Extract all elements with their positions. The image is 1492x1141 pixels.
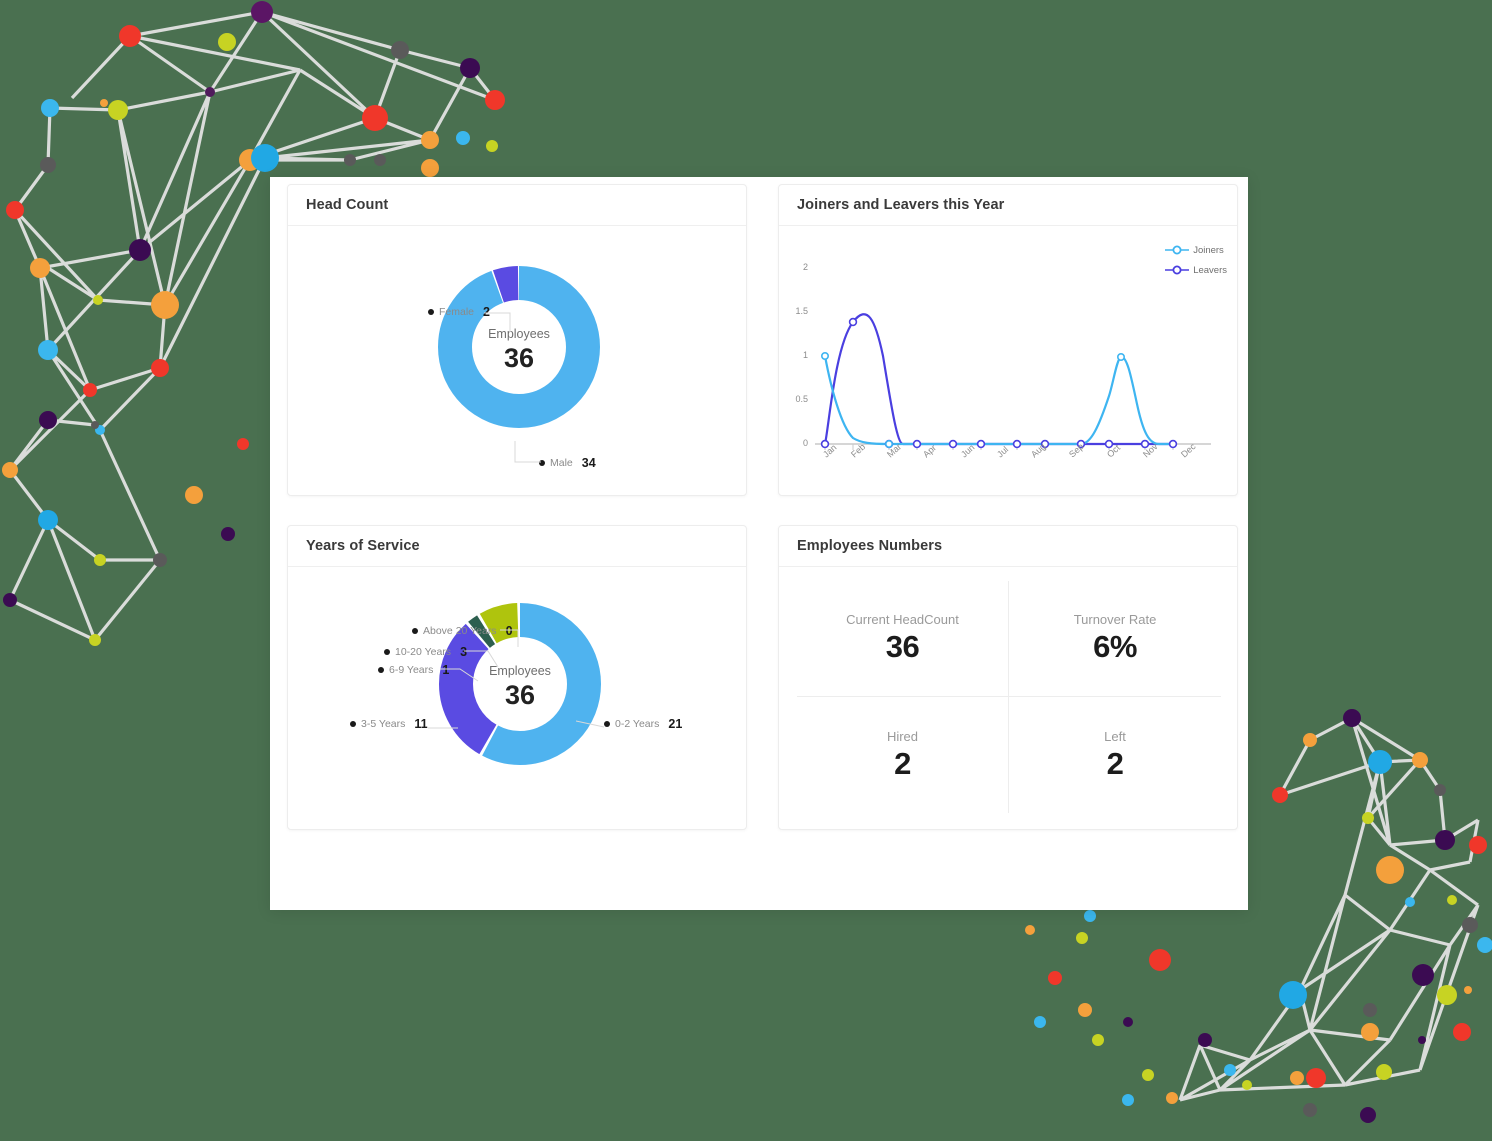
card-years-of-service-header: Years of Service [288, 526, 746, 567]
kpi-turnover-rate-value: 6% [1093, 629, 1137, 664]
years-label-6-9: 6-9 Years 1 [378, 663, 449, 677]
head-count-label-female: Female 2 [428, 305, 490, 319]
years-leader-0-2 [576, 720, 605, 728]
card-joiners-leavers-header: Joiners and Leavers this Year [779, 185, 1237, 226]
card-employees-numbers-body: Current HeadCount 36 Turnover Rate 6% Hi… [779, 567, 1237, 829]
bullet-icon [350, 721, 356, 727]
card-head-count-header: Head Count [288, 185, 746, 226]
head-count-label-male: Male 34 [539, 456, 596, 470]
card-years-of-service-body: Employees 36 Above 20 Years 0 10-20 Year… [288, 567, 746, 829]
bullet-icon [412, 628, 418, 634]
years-label-10-20: 10-20 Years 3 [384, 645, 467, 659]
bullet-icon [384, 649, 390, 655]
line-chart-plot [815, 313, 1211, 450]
years-label-0-2: 0-2 Years 21 [604, 717, 682, 731]
kpi-left: Left 2 [1009, 697, 1221, 813]
card-employees-numbers-title: Employees Numbers [797, 538, 943, 554]
page-root: Head Count Employees 36 Female 2 Male 34… [0, 0, 1492, 1141]
dashboard-container: Head Count Employees 36 Female 2 Male 34… [270, 177, 1248, 910]
kpi-grid: Current HeadCount 36 Turnover Rate 6% Hi… [797, 581, 1221, 813]
leavers-series-line [823, 313, 1175, 446]
card-joiners-leavers: Joiners and Leavers this Year Joiners Le… [778, 184, 1238, 496]
head-count-leader-female [484, 312, 511, 332]
joiners-series-line [823, 354, 1175, 446]
years-label-3-5: 3-5 Years 11 [350, 717, 428, 731]
years-leader-above-20 [500, 629, 519, 647]
card-joiners-leavers-body: Joiners Leavers 2 1.5 1 0.5 0 Jan Feb Ma… [779, 226, 1237, 495]
card-years-of-service-title: Years of Service [306, 538, 420, 554]
kpi-current-headcount: Current HeadCount 36 [797, 581, 1009, 697]
card-head-count: Head Count Employees 36 Female 2 Male 34 [287, 184, 747, 496]
kpi-hired-label: Hired [886, 728, 919, 744]
leavers-data-points [820, 317, 1178, 449]
kpi-turnover-rate: Turnover Rate 6% [1009, 581, 1221, 697]
kpi-hired: Hired 2 [797, 697, 1009, 813]
kpi-left-value: 2 [1106, 745, 1124, 781]
joiners-data-points [820, 352, 1125, 449]
years-label-above-20: Above 20 Years 0 [412, 624, 513, 638]
card-employees-numbers: Employees Numbers Current HeadCount 36 T… [778, 525, 1238, 830]
bullet-icon [378, 667, 384, 673]
card-years-of-service: Years of Service Employees 36 Above 20 Y… [287, 525, 747, 830]
head-count-donut-center-value: 36 [503, 343, 535, 373]
kpi-current-headcount-value: 36 [885, 629, 920, 664]
kpi-hired-value: 2 [894, 745, 911, 781]
card-employees-numbers-header: Employees Numbers [779, 526, 1237, 567]
years-leader-6-9 [440, 668, 479, 682]
kpi-left-label: Left [1104, 728, 1126, 744]
card-joiners-leavers-title: Joiners and Leavers this Year [797, 197, 1005, 213]
head-count-leader-male [514, 441, 541, 463]
kpi-turnover-rate-label: Turnover Rate [1073, 612, 1157, 627]
head-count-donut-center-label: Employees [488, 327, 550, 341]
years-leader-3-5 [428, 727, 458, 729]
card-head-count-title: Head Count [306, 197, 389, 213]
card-head-count-body: Employees 36 Female 2 Male 34 [288, 226, 746, 495]
bullet-icon [428, 309, 434, 315]
kpi-current-headcount-label: Current HeadCount [846, 612, 959, 627]
